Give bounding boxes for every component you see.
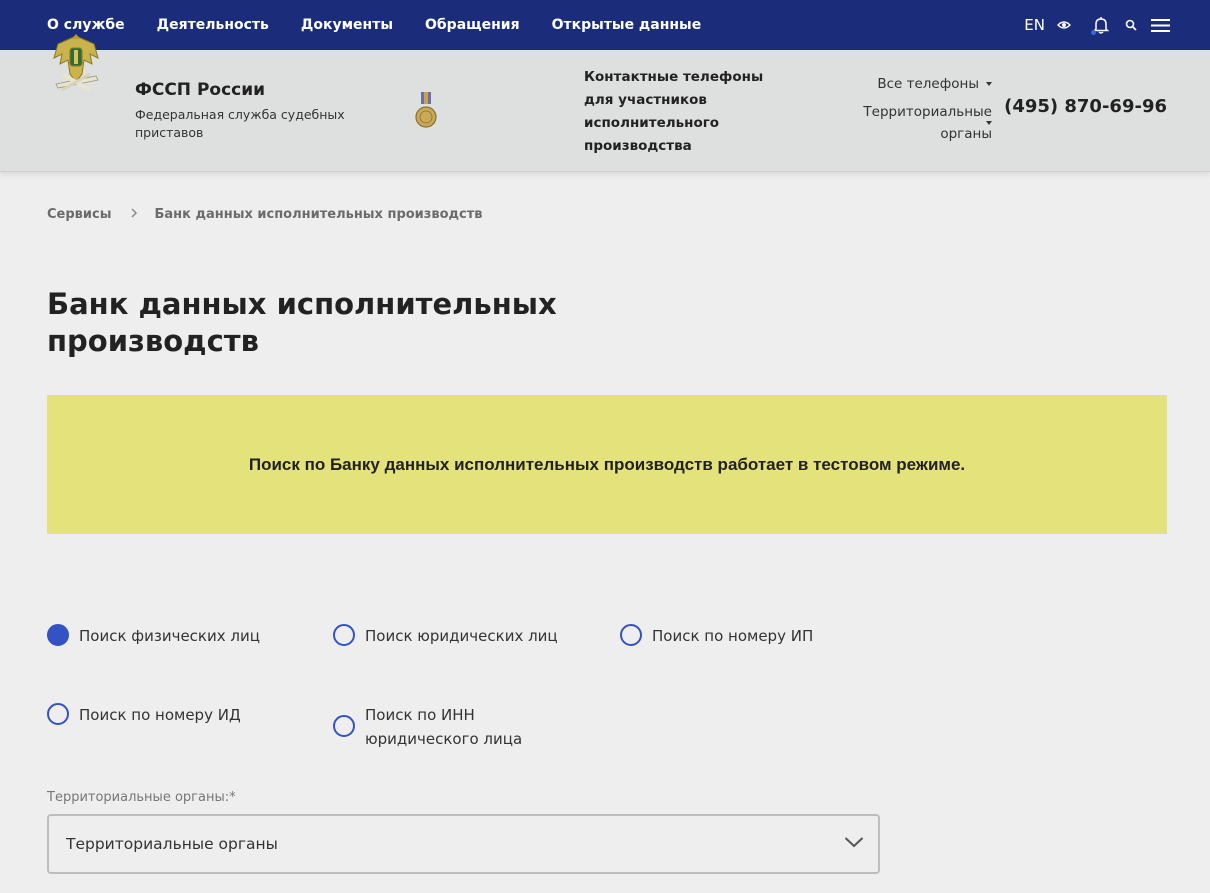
nav-item-documents[interactable]: Документы — [301, 17, 393, 33]
hotline-phone[interactable]: (495) 870-69-96 — [1004, 96, 1167, 117]
territorial-bodies-dropdown[interactable]: Территориальные органы — [842, 101, 992, 145]
banner-text: Поиск по Банку данных исполнительных про… — [248, 454, 966, 474]
all-phones-dropdown[interactable]: Все телефоны — [877, 76, 992, 92]
bell-icon[interactable] — [1091, 16, 1109, 35]
radio-circle[interactable] — [47, 624, 69, 646]
main-menu: О службе Деятельность Документы Обращени… — [47, 0, 733, 50]
nav-item-open-data[interactable]: Открытые данные — [552, 17, 702, 33]
nav-item-activity[interactable]: Деятельность — [157, 17, 269, 33]
top-navigation-bar: О службе Деятельность Документы Обращени… — [0, 0, 1210, 50]
contacts-title: Контактные телефоны для участников испол… — [584, 69, 764, 154]
radio-id-number[interactable]: Поиск по номеру ИД — [47, 703, 241, 727]
search-icon[interactable] — [1125, 19, 1137, 31]
organization-subtitle: Федеральная служба судебных приставов — [135, 107, 345, 140]
medal-icon — [415, 92, 437, 128]
territorial-field-label: Территориальные органы:* — [47, 790, 236, 805]
organization-name[interactable]: ФССП России — [135, 80, 265, 100]
radio-circle[interactable] — [333, 715, 355, 737]
menu-icon[interactable] — [1151, 18, 1170, 33]
chevron-down-icon — [844, 837, 864, 848]
breadcrumb-root-link[interactable]: Сервисы — [47, 207, 111, 222]
breadcrumb: Сервисы Банк данных исполнительных произ… — [47, 207, 482, 222]
radio-ip-number[interactable]: Поиск по номеру ИП — [620, 624, 813, 648]
caret-down-icon — [986, 82, 992, 86]
radio-circle[interactable] — [620, 624, 642, 646]
radio-label: Поиск по номеру ИД — [79, 706, 241, 724]
caret-down-icon — [986, 121, 992, 125]
language-switch[interactable]: EN — [1024, 16, 1045, 34]
territorial-select[interactable]: Территориальные органы — [47, 814, 880, 874]
page-title: Банк данных исполнительных производств — [47, 287, 557, 358]
breadcrumb-current: Банк данных исполнительных производств — [154, 207, 483, 222]
radio-inn-legal-entity[interactable]: Поиск по ИНН юридического лица — [333, 703, 563, 751]
notification-dot — [1091, 30, 1096, 35]
territorial-select-value: Территориальные органы — [66, 835, 278, 853]
test-mode-banner: Поиск по Банку данных исполнительных про… — [47, 395, 1167, 534]
fssp-emblem-logo[interactable] — [50, 30, 102, 96]
radio-circle[interactable] — [333, 624, 355, 646]
radio-label: Поиск по ИНН юридического лица — [365, 706, 523, 748]
radio-label: Поиск юридических лиц — [365, 627, 558, 645]
radio-label: Поиск по номеру ИП — [652, 627, 814, 645]
nav-item-appeals[interactable]: Обращения — [425, 17, 520, 33]
radio-individuals[interactable]: Поиск физических лиц — [47, 624, 260, 648]
eye-icon[interactable] — [1057, 20, 1071, 30]
top-tools: EN — [1024, 0, 1170, 50]
radio-legal-entities[interactable]: Поиск юридических лиц — [333, 624, 558, 648]
chevron-right-icon — [131, 207, 138, 222]
all-phones-label: Все телефоны — [877, 76, 979, 92]
radio-circle[interactable] — [47, 703, 69, 725]
radio-label: Поиск физических лиц — [79, 627, 260, 645]
